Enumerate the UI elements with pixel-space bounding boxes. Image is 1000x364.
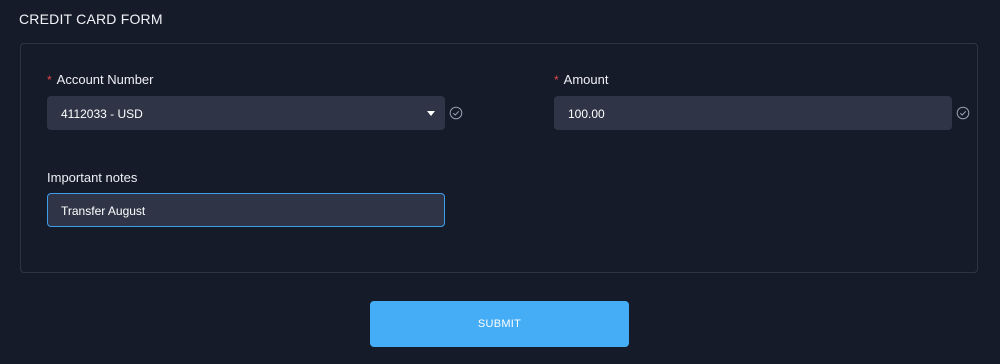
amount-label-text: Amount [563, 72, 609, 87]
check-circle-icon [449, 106, 463, 120]
account-number-value: 4112033 - USD [61, 107, 143, 121]
credit-card-form: * Account Number 4112033 - USD * Amount 10… [20, 43, 978, 273]
caret-down-icon [427, 111, 435, 116]
notes-label: Important notes [47, 170, 137, 185]
amount-input[interactable]: 100.00 [554, 96, 952, 130]
account-number-label-text: Account Number [56, 72, 154, 87]
notes-input[interactable]: Transfer August [47, 193, 445, 227]
page-title: CREDIT CARD FORM [19, 11, 163, 27]
required-marker: * [47, 73, 52, 87]
account-number-select[interactable]: 4112033 - USD [47, 96, 445, 130]
notes-label-text: Important notes [47, 170, 138, 185]
amount-value: 100.00 [568, 107, 605, 121]
submit-button[interactable]: SUBMIT [370, 301, 629, 347]
account-number-label: * Account Number [47, 72, 154, 87]
notes-value: Transfer August [61, 204, 146, 218]
required-marker: * [554, 73, 559, 87]
amount-label: * Amount [554, 72, 608, 87]
check-circle-icon [956, 106, 970, 120]
